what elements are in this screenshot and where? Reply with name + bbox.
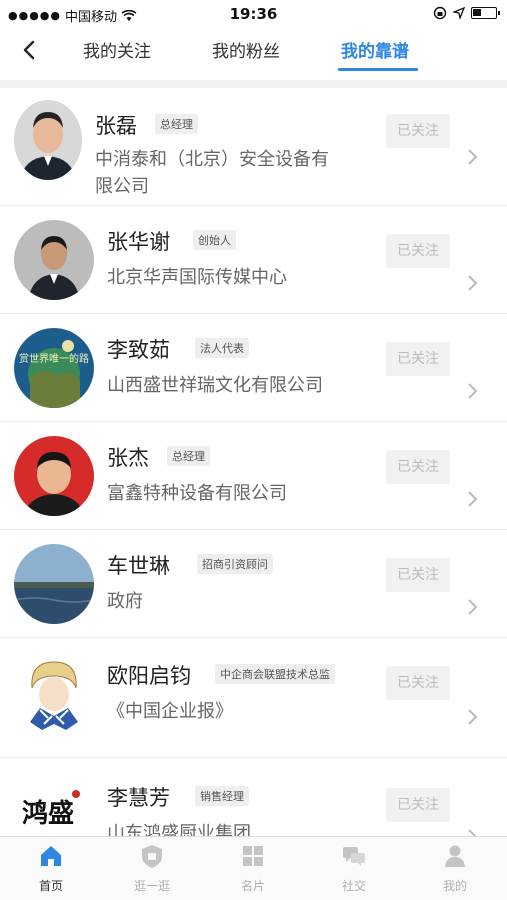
chevron-right-icon: [468, 383, 478, 399]
header-divider: [0, 80, 507, 88]
contact-company: 北京华声国际传媒中心: [107, 267, 287, 288]
tabbar-label: 首页: [38, 879, 63, 893]
contact-name: 张华谢: [107, 230, 170, 254]
home-icon: [41, 846, 61, 866]
avatar: 赏世界唯一的路: [14, 328, 94, 408]
tab-reliable[interactable]: 我的靠谱: [341, 37, 409, 62]
contact-company: 《中国企业报》: [107, 701, 233, 722]
top-nav: 我的关注 我的粉丝 我的靠谱: [0, 28, 507, 72]
chevron-right-icon: [468, 599, 478, 615]
tabbar-item-home[interactable]: 首页: [16, 843, 86, 894]
followed-button[interactable]: 已关注: [386, 450, 450, 484]
contact-name: 欧阳启钧: [107, 664, 191, 688]
followed-button[interactable]: 已关注: [386, 788, 450, 822]
contact-title-badge: 法人代表: [195, 338, 249, 358]
tabbar-item-cards[interactable]: 名片: [218, 843, 288, 894]
avatar: [14, 654, 94, 734]
chevron-right-icon: [468, 709, 478, 725]
tabbar-item-me[interactable]: 我的: [420, 843, 490, 894]
contact-list[interactable]: 张磊 总经理 中消泰和（北京）安全设备有 限公司 已关注 张华谢 创始人 北京华…: [0, 88, 507, 836]
contact-name: 张杰: [107, 446, 149, 470]
avatar-logo-text: 鸿盛: [22, 798, 74, 829]
bottom-tab-bar: 首页 逛一逛 名片 社交 我的: [0, 836, 507, 900]
list-item[interactable]: 欧阳启钧 中企商会联盟技术总监 《中国企业报》 已关注: [0, 638, 507, 758]
list-item[interactable]: 鸿盛 李慧芳 销售经理 山东鸿盛厨业集团 已关注: [0, 758, 507, 836]
tabbar-item-browse[interactable]: 逛一逛: [117, 843, 187, 894]
avatar: 鸿盛: [14, 778, 86, 836]
chevron-right-icon: [468, 149, 478, 165]
location-icon: [453, 7, 465, 19]
tab-fans[interactable]: 我的粉丝: [212, 37, 280, 62]
tabbar-label: 逛一逛: [133, 879, 170, 893]
contact-title-badge: 总经理: [155, 114, 198, 134]
tab-following[interactable]: 我的关注: [83, 37, 151, 62]
contact-company: 山西盛世祥瑞文化有限公司: [107, 375, 323, 396]
avatar-overlay-text: 赏世界唯一的路: [19, 352, 89, 365]
chevron-right-icon: [468, 491, 478, 507]
person-icon: [445, 845, 465, 867]
contact-company: 政府: [107, 591, 143, 612]
chevron-right-icon: [468, 275, 478, 291]
chevron-right-icon: [468, 829, 477, 836]
avatar: [14, 220, 94, 300]
orientation-lock-icon: [433, 6, 447, 20]
contact-title-badge: 销售经理: [195, 786, 249, 806]
followed-button[interactable]: 已关注: [386, 342, 450, 376]
contact-name: 张磊: [95, 114, 137, 138]
list-item[interactable]: 车世琳 招商引资顾问 政府 已关注: [0, 530, 507, 638]
chat-icon: [343, 847, 365, 866]
tabbar-label: 社交: [341, 879, 366, 893]
followed-button[interactable]: 已关注: [386, 234, 450, 268]
status-time: 19:36: [229, 5, 278, 23]
back-arrow-icon[interactable]: [18, 36, 42, 64]
shield-icon: [142, 845, 162, 868]
tabbar-label: 名片: [240, 879, 265, 893]
followed-button[interactable]: 已关注: [386, 558, 450, 592]
contact-name: 李致茹: [107, 338, 170, 362]
contact-company: 中消泰和（北京）安全设备有 限公司: [95, 149, 329, 197]
contact-title-badge: 总经理: [167, 446, 210, 466]
status-right: [433, 6, 500, 20]
contact-name: 李慧芳: [107, 786, 170, 810]
contact-name: 车世琳: [107, 554, 170, 578]
active-tab-indicator: [338, 68, 418, 71]
grid-icon: [243, 846, 263, 866]
list-item[interactable]: 张杰 总经理 富鑫特种设备有限公司 已关注: [0, 422, 507, 530]
tabbar-item-social[interactable]: 社交: [319, 843, 389, 894]
avatar: [14, 436, 94, 516]
contact-title-badge: 招商引资顾问: [197, 554, 273, 574]
contact-title-badge: 创始人: [193, 230, 236, 250]
battery-icon: [471, 7, 500, 19]
list-item[interactable]: 张磊 总经理 中消泰和（北京）安全设备有 限公司 已关注: [0, 88, 507, 206]
contact-company: 富鑫特种设备有限公司: [107, 483, 287, 504]
list-item[interactable]: 张华谢 创始人 北京华声国际传媒中心 已关注: [0, 206, 507, 314]
followed-button[interactable]: 已关注: [386, 114, 450, 148]
status-bar: ●●●●● 中国移动 19:36: [0, 0, 507, 28]
followed-button[interactable]: 已关注: [386, 666, 450, 700]
avatar: [14, 544, 94, 624]
list-item[interactable]: 赏世界唯一的路 李致茹 法人代表 山西盛世祥瑞文化有限公司 已关注: [0, 314, 507, 422]
tabbar-label: 我的: [442, 879, 467, 893]
contact-title-badge: 中企商会联盟技术总监: [215, 664, 335, 684]
avatar: [14, 100, 82, 180]
contact-company: 山东鸿盛厨业集团: [107, 823, 251, 836]
